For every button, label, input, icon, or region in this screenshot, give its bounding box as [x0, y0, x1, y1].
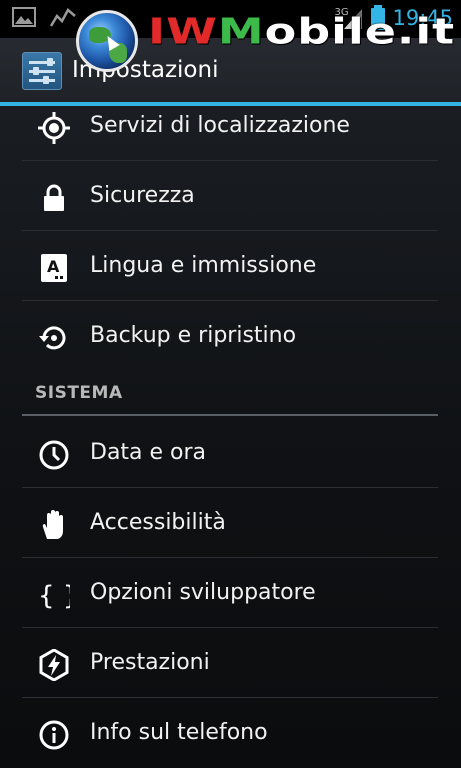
keyboard-language-icon: A [41, 254, 67, 282]
settings-screen: 3G 19:45 Impostazioni IWMobile.it Serviz… [0, 0, 461, 768]
list-item-label: Sicurezza [90, 183, 195, 208]
list-item-label: Lingua e immissione [90, 253, 317, 278]
list-item-label: Data e ora [90, 440, 207, 465]
list-item-label: Info sul telefono [90, 720, 268, 745]
globe-icon [76, 10, 138, 72]
divider [22, 300, 438, 301]
settings-sliders-icon[interactable] [22, 52, 62, 90]
watermark-logo: IWMobile.it [76, 10, 454, 74]
list-item-security[interactable]: Sicurezza [0, 164, 461, 232]
clock-icon [39, 440, 69, 470]
info-icon [39, 720, 69, 750]
svg-text:{ }: { } [38, 581, 70, 611]
svg-text:A: A [47, 257, 60, 276]
divider [22, 557, 438, 558]
list-item-label: Accessibilità [90, 510, 226, 535]
list-item-location[interactable]: Servizi di localizzazione [0, 94, 461, 162]
braces-icon: { } [38, 581, 70, 611]
watermark-text: IWMobile.it [148, 10, 456, 53]
divider [22, 697, 438, 698]
divider [22, 627, 438, 628]
list-item-label: Backup e ripristino [90, 323, 297, 348]
list-item-developer-options[interactable]: { } Opzioni sviluppatore [0, 561, 461, 629]
list-item-language[interactable]: A Lingua e immissione [0, 234, 461, 302]
divider [22, 230, 438, 231]
divider [22, 487, 438, 488]
location-target-icon [38, 112, 70, 144]
list-item-label: Servizi di localizzazione [90, 113, 350, 138]
lock-icon [44, 184, 64, 211]
activity-icon [50, 8, 76, 27]
list-item-date-time[interactable]: Data e ora [0, 421, 461, 489]
list-item-accessibility[interactable]: Accessibilità [0, 491, 461, 559]
backup-restore-icon [39, 326, 66, 350]
hand-icon [42, 510, 63, 539]
list-item-phone-info[interactable]: Info sul telefono [0, 701, 461, 768]
gallery-icon [12, 7, 36, 27]
lightning-icon [39, 649, 69, 681]
list-item-performance[interactable]: Prestazioni [0, 631, 461, 699]
list-item-label: Opzioni sviluppatore [90, 580, 316, 605]
list-item-label: Prestazioni [90, 650, 210, 675]
section-header-system: SISTEMA [35, 383, 123, 403]
section-divider [22, 414, 438, 416]
list-item-backup[interactable]: Backup e ripristino [0, 304, 461, 372]
divider [22, 160, 438, 161]
